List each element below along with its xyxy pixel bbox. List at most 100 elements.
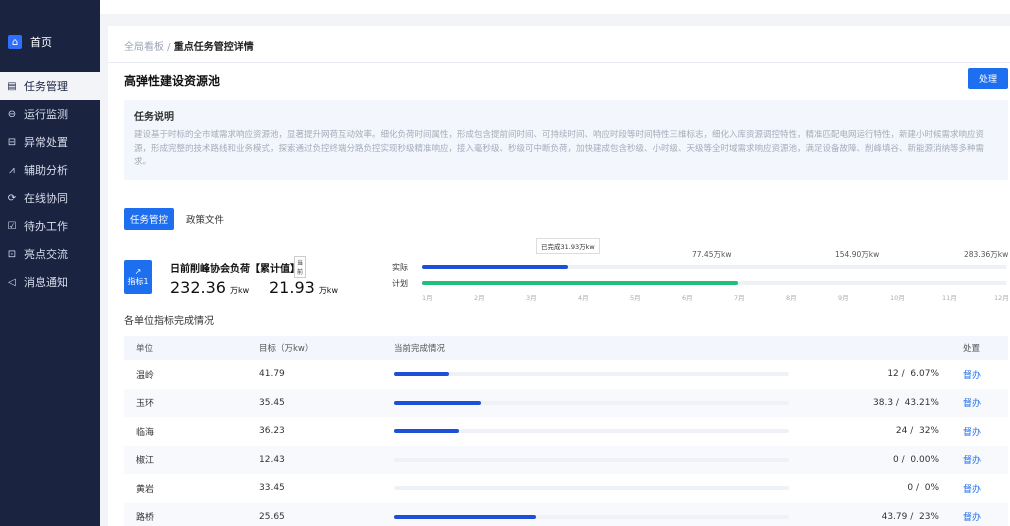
cell-progress	[394, 372, 794, 377]
cell-target: 35.45	[259, 397, 285, 408]
actual-label: 实际	[392, 263, 408, 272]
cell-progress	[394, 429, 794, 434]
handle-button[interactable]: 处理	[968, 68, 1008, 89]
tab-bar: 任务管控 政策文件	[124, 208, 236, 230]
cell-action: 督办	[959, 425, 1008, 438]
minus-circle-icon: ⊖	[7, 108, 17, 120]
supervise-link[interactable]: 督办	[963, 513, 981, 523]
month-tick: 3月	[526, 294, 537, 302]
progress-track	[394, 429, 789, 434]
sidebar-item-label: 异常处置	[24, 136, 68, 149]
plan-fill	[422, 281, 738, 285]
supervise-link[interactable]: 督办	[963, 399, 981, 409]
indicator-value-total: 232.36 万kw	[170, 278, 249, 297]
table-row: 玉环 35.45 38.3 / 43.21% 督办	[124, 388, 1008, 417]
progress-fill	[394, 429, 460, 434]
cell-target: 12.43	[259, 454, 285, 465]
table-row: 椒江 12.43 0 / 0.00% 督办	[124, 445, 1008, 474]
supervise-link[interactable]: 督办	[963, 485, 981, 495]
tab-task-control[interactable]: 任务管控	[124, 208, 175, 230]
indicator-tooltip: 当前	[294, 256, 307, 278]
month-tick: 11月	[942, 294, 957, 302]
sidebar-item-1[interactable]: ⊖ 运行监测	[0, 100, 100, 128]
month-tick: 9月	[838, 294, 849, 302]
sidebar-item-label: 待办工作	[24, 220, 68, 233]
completed-tooltip: 已完成31.93万kw	[536, 238, 600, 254]
indicator-value-current: 21.93 万kw	[269, 278, 338, 297]
cell-done: 38.3	[873, 397, 894, 408]
top-bar	[100, 0, 1010, 14]
cell-value: 0 / 0%	[907, 483, 939, 494]
sidebar-item-0[interactable]: ▤ 任务管理	[0, 72, 100, 100]
sidebar-item-label: 亮点交流	[24, 248, 68, 261]
month-tick: 12月	[994, 294, 1009, 302]
page-title: 高弹性建设资源池	[124, 74, 221, 88]
task-description-box: 任务说明 建设基于时标的全市域需求响应资源池，显著提升网荷互动效率。细化负荷时间…	[124, 100, 1008, 180]
chat-icon: ⊡	[7, 248, 17, 260]
supervise-link[interactable]: 督办	[963, 371, 981, 381]
plan-label: 计划	[392, 279, 408, 288]
sidebar-item-4[interactable]: ⟳ 在线协同	[0, 184, 100, 212]
sync-icon: ⟳	[7, 192, 17, 204]
sidebar-item-3[interactable]: ⩘ 辅助分析	[0, 156, 100, 184]
cell-progress	[394, 400, 794, 405]
sidebar-item-home[interactable]: ⌂ 首页	[0, 30, 100, 54]
main-panel: 全局看板 / 重点任务管控详情 高弹性建设资源池 处理 任务说明 建设基于时标的…	[108, 26, 1010, 526]
cell-done: 12	[887, 369, 899, 380]
cell-progress	[394, 457, 794, 462]
home-icon: ⌂	[8, 35, 22, 49]
task-description-title: 任务说明	[134, 112, 174, 123]
month-tick: 7月	[734, 294, 745, 302]
section-title: 各单位指标完成情况	[124, 316, 214, 327]
supervise-link[interactable]: 督办	[963, 428, 981, 438]
progress-fill	[394, 514, 537, 519]
sidebar-item-label: 任务管理	[24, 80, 68, 93]
table-row: 路桥 25.65 43.79 / 23% 督办	[124, 502, 1008, 526]
divider	[108, 62, 1010, 63]
header-progress: 当前完成情况	[394, 344, 446, 354]
cell-unit: 温岭	[136, 370, 155, 381]
progress-marker-2: 154.90万kw	[835, 250, 880, 259]
supervise-link[interactable]: 督办	[963, 456, 981, 466]
tab-policy-documents[interactable]: 政策文件	[180, 208, 230, 230]
cell-value: 0 / 0.00%	[893, 454, 939, 465]
table-body: 温岭 41.79 12 / 6.07% 督办 玉环 35.45 38.3 / 43.21% 督…	[124, 360, 1008, 526]
progress-track	[394, 372, 789, 377]
sidebar-item-6[interactable]: ⊡ 亮点交流	[0, 240, 100, 268]
indicator-value-current-number: 21.93	[269, 278, 315, 297]
month-tick: 5月	[630, 294, 641, 302]
list-icon: ▤	[7, 80, 17, 92]
cell-progress	[394, 514, 794, 519]
month-tick: 6月	[682, 294, 693, 302]
todo-icon: ☑	[7, 220, 17, 232]
breadcrumb: 全局看板 / 重点任务管控详情	[124, 38, 254, 53]
progress-track	[394, 514, 789, 519]
breadcrumb-current: 重点任务管控详情	[173, 42, 254, 53]
cell-unit: 椒江	[136, 456, 155, 467]
indicator-name: 日前削峰协会负荷【累计值】	[170, 264, 300, 275]
cell-pct: 0.00%	[910, 454, 939, 465]
cell-action: 督办	[959, 396, 1008, 409]
progress-fill	[394, 372, 450, 377]
task-description-text: 建设基于时标的全市域需求响应资源池，显著提升网荷互动效率。细化负荷时间属性，形成…	[134, 130, 985, 167]
sidebar-item-label: 消息通知	[24, 276, 68, 289]
header-action: 处置	[963, 344, 981, 354]
sidebar-item-2[interactable]: ⊟ 异常处置	[0, 128, 100, 156]
cell-unit: 黄岩	[136, 484, 155, 495]
indicator-badge: ↗ 指标1	[124, 260, 152, 294]
sidebar-item-5[interactable]: ☑ 待办工作	[0, 212, 100, 240]
indicator-value-total-unit: 万kw	[229, 286, 250, 295]
progress-timeline: 已完成31.93万kw 77.45万kw 154.90万kw 283.36万kw…	[392, 236, 1010, 306]
cell-done: 0	[893, 454, 899, 465]
cell-action: 督办	[959, 510, 1008, 523]
breadcrumb-separator: /	[164, 42, 174, 53]
month-tick: 10月	[890, 294, 905, 302]
unit-completion-table: 单位 目标（万kw） 当前完成情况 处置 温岭 41.79 12 / 6.07% 督办…	[124, 336, 1008, 526]
chart-icon: ⩘	[9, 164, 15, 176]
sidebar-item-7[interactable]: ◁ 消息通知	[0, 268, 100, 296]
cell-pct: 43.21%	[904, 397, 939, 408]
cell-target: 36.23	[259, 426, 285, 437]
progress-track	[394, 457, 789, 462]
breadcrumb-parent-link[interactable]: 全局看板	[124, 42, 164, 53]
header-unit: 单位	[136, 344, 154, 354]
